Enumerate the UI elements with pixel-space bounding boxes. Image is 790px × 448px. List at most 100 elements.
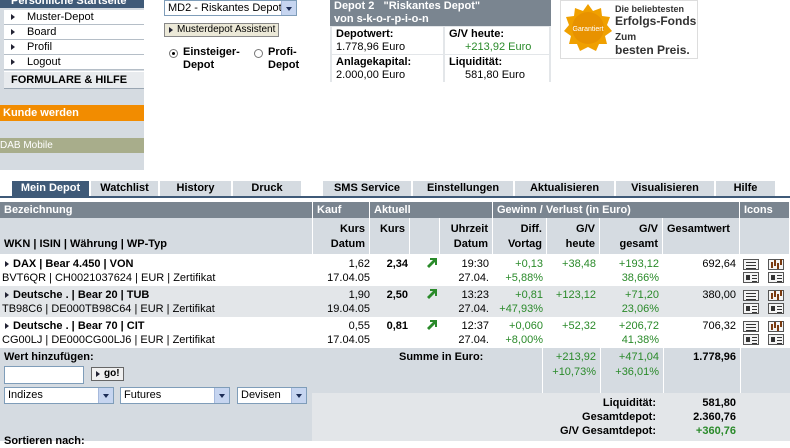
tab-history[interactable]: History [160,181,232,197]
gv-heute-label: G/V heute: [449,28,505,40]
radio-einsteiger-depot[interactable] [169,49,178,58]
news-icon[interactable] [768,272,784,283]
subheader-kauf-datum: Datum [330,238,365,250]
select-futures[interactable]: Futures [120,387,230,404]
nav-dab-mobile[interactable]: DAB Mobile [0,138,144,153]
header-aktuell: Aktuell [370,202,493,218]
row-kauf-kurs: 1,62 [348,258,370,270]
arrow-right-icon [11,29,15,35]
subheader-gv-gesamt: G/V gesamt [600,218,663,254]
table-row: Deutsche . | Bear 70 | CIT CG00LJ | DE00… [0,317,790,348]
row-uhrzeit: 12:37 [461,320,489,332]
chevron-down-icon[interactable] [98,388,113,403]
arrow-right-icon [11,44,15,50]
news-icon[interactable] [768,334,784,345]
row-name-link[interactable]: Deutsche . | Bear 20 | TUB [4,288,149,302]
tab-hilfe[interactable]: Hilfe [716,181,776,197]
row-kurs: 2,50 [386,289,408,301]
row-kurs: 0,81 [386,320,408,332]
wert-input[interactable] [4,366,84,384]
summe-label: Summe in Euro: [399,351,484,363]
nav-kunde-werden[interactable]: Kunde werden [0,105,144,121]
subheader-datum-label: Datum [453,238,488,250]
liquiditaet-label: Liquidität: [449,56,503,68]
advertisement-banner[interactable]: Garantiert Die beliebtesten Erfolgs-Fond… [560,0,698,59]
nav-formulare-hilfe[interactable]: FORMULARE & HILFE [4,71,144,89]
news-icon[interactable] [768,303,784,314]
chevron-down-icon[interactable] [281,1,296,15]
summary-panel: Summe in Euro: +213,92 +10,73% +471,04 +… [312,348,790,393]
tab-einstellungen[interactable]: Einstellungen [413,181,514,197]
depot-select[interactable]: MD2 - Riskantes Depot [164,0,297,16]
row-datum: 27.04. [458,303,489,315]
tab-druck[interactable]: Druck [233,181,302,197]
tab-underline [0,196,790,198]
row-datum: 27.04. [458,334,489,346]
go-button[interactable]: go! [91,367,124,381]
nav-item-profil[interactable]: Profil [4,40,144,55]
tab-mein-depot[interactable]: Mein Depot [12,181,90,197]
row-kauf-datum: 19.04.05 [327,303,370,315]
table-row: Deutsche . | Bear 20 | TUB TB98C6 | DE00… [0,286,790,317]
subheader-gesamtwert: Gesamtwert [663,218,740,254]
go-button-label: go! [104,368,120,379]
musterdepot-assistent-button[interactable]: Musterdepot Assistent [164,23,280,37]
subheader-diff: Diff. Vortag [493,218,547,254]
depotwert-label: Depotwert: [336,28,394,40]
arrow-right-icon [5,323,9,329]
chevron-down-icon[interactable] [291,388,306,403]
radio-profi-label: Profi- Depot [268,46,300,71]
add-value-panel: Wert hinzufügen: go! Indizes Futures Dev… [0,348,312,447]
trend-up-arrow-icon [427,320,437,330]
details-list-icon[interactable] [743,259,759,270]
divider [740,348,741,393]
details-list-icon[interactable] [743,321,759,332]
row-kauf-datum: 17.04.05 [327,334,370,346]
tab-sms-service[interactable]: SMS Service [323,181,412,197]
chart-icon[interactable] [768,290,784,301]
nav-item-label: Logout [27,56,61,68]
chevron-down-icon[interactable] [214,388,229,403]
tab-aktualisieren[interactable]: Aktualisieren [515,181,615,197]
trend-up-arrow-icon [427,289,437,299]
row-name: DAX | Bear 4.450 | VON [13,258,134,270]
details-list-icon[interactable] [743,290,759,301]
nav-item-board[interactable]: Board [4,25,144,40]
gesamtdepot-label: Gesamtdepot: [582,411,656,423]
nav-item-logout[interactable]: Logout [4,55,144,70]
row-uhrzeit: 19:30 [461,258,489,270]
table-row: DAX | Bear 4.450 | VON BVT6QR | CH002103… [0,255,790,286]
arrow-right-icon [96,371,100,377]
select-devisen[interactable]: Devisen [237,387,307,404]
header-gewinn-verlust: Gewinn / Verlust (in Euro) [493,202,740,218]
select-devisen-value: Devisen [241,389,281,401]
row-name-link[interactable]: Deutsche . | Bear 70 | CIT [4,319,144,333]
chart-icon[interactable] [768,259,784,270]
radio-profi-depot[interactable] [254,49,263,58]
row-name-link[interactable]: DAX | Bear 4.450 | VON [4,257,133,271]
header-kauf: Kauf [313,202,370,218]
row-gv-heute: +38,48 [562,258,596,270]
tab-visualisieren[interactable]: Visualisieren [616,181,715,197]
subheader-vortag-label: Vortag [507,238,542,250]
chart-icon[interactable] [768,321,784,332]
tab-watchlist[interactable]: Watchlist [91,181,159,197]
subheader-gesamtwert-label: Gesamtwert [667,223,730,235]
liquiditaet-total-label: Liquidität: [602,397,656,409]
news-icon[interactable] [743,334,759,345]
news-icon[interactable] [743,272,759,283]
anlagekapital-value: 2.000,00 Euro [336,69,406,81]
arrow-right-icon [11,59,15,65]
select-indizes[interactable]: Indizes [4,387,114,404]
row-uhrzeit: 13:23 [461,289,489,301]
subheader-icons [740,218,790,254]
news-icon[interactable] [743,303,759,314]
trend-up-arrow-icon [427,258,437,268]
radio-einsteiger-label: Einsteiger- Depot [183,46,240,71]
left-navigation: Persönliche Startseite Muster-Depot Boar… [0,0,144,170]
row-gesamtwert: 706,32 [702,320,736,332]
subheader-diff-label: Diff. [520,223,542,235]
nav-item-muster-depot[interactable]: Muster-Depot [4,10,144,25]
row-gesamtwert: 692,64 [702,258,736,270]
ad-line-1: Die beliebtesten [615,4,685,14]
